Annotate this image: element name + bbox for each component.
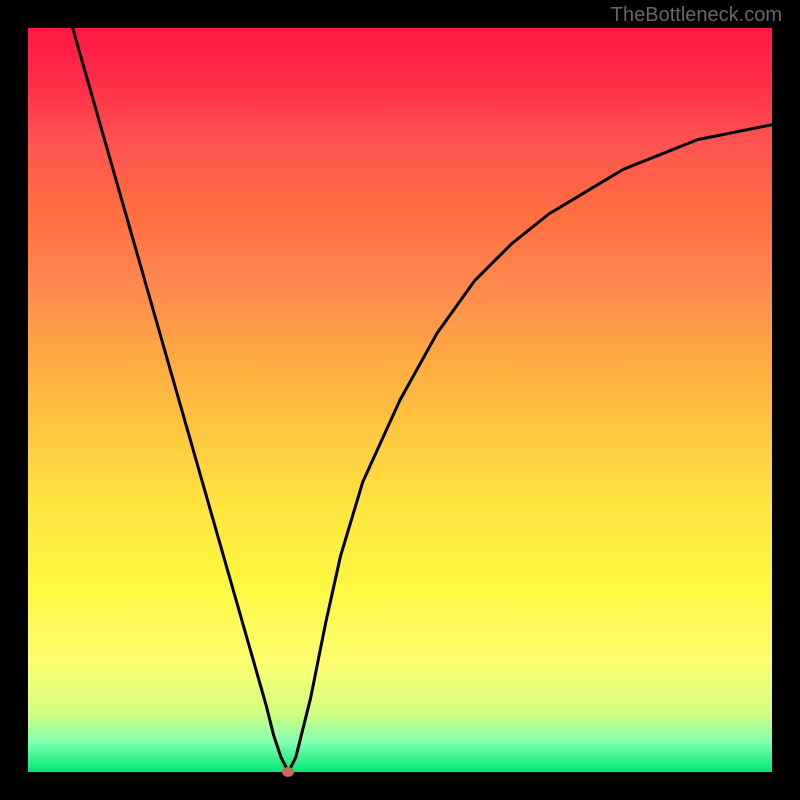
minimum-marker xyxy=(282,767,294,777)
plot-area xyxy=(28,28,772,772)
bottleneck-curve xyxy=(28,28,772,772)
watermark: TheBottleneck.com xyxy=(611,4,782,27)
